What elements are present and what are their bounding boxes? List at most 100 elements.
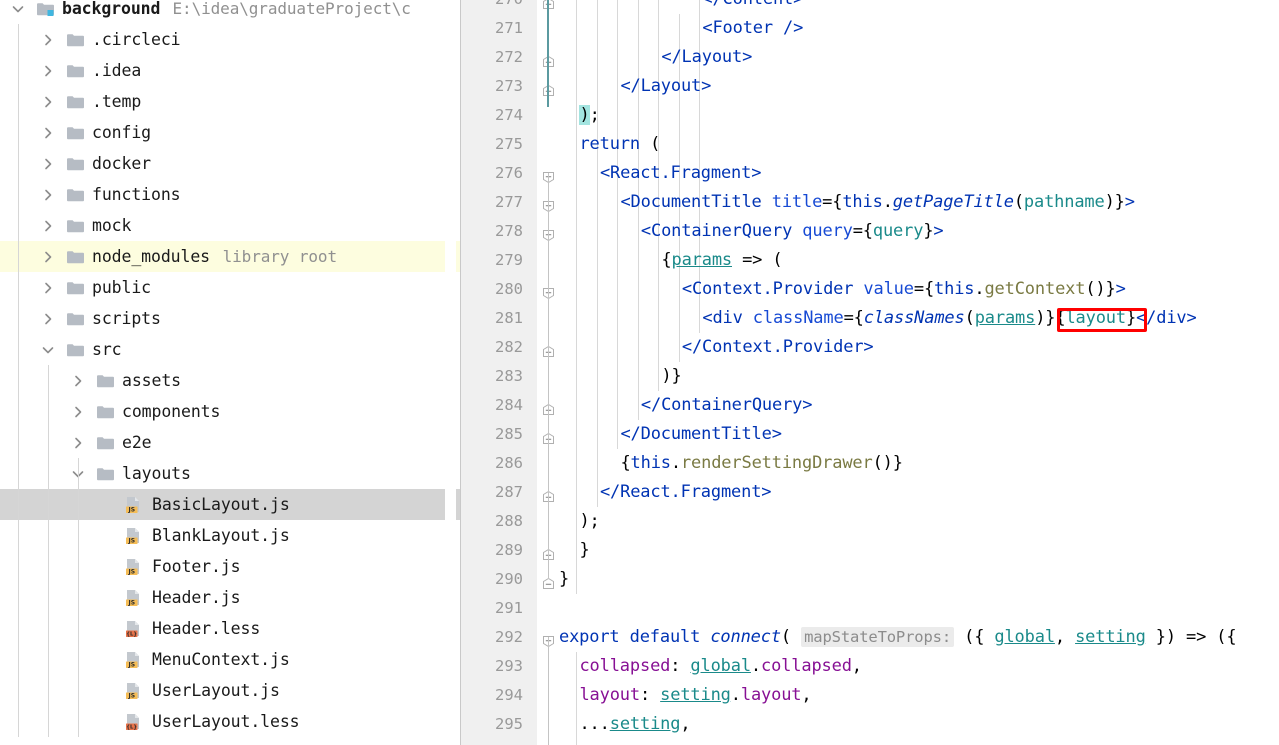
line-number: 287	[495, 483, 523, 501]
tree-item-userlayout-less[interactable]: {L} UserLayout.less	[0, 706, 461, 737]
svg-text:JS: JS	[127, 506, 135, 513]
tree-item-node-modules[interactable]: node_modules library root	[0, 241, 461, 272]
tree-root-label: background	[62, 0, 161, 18]
code-line[interactable]: <DocumentTitle title={this.getPageTitle(…	[620, 188, 1135, 217]
tree-scrollbar-track[interactable]	[445, 0, 456, 745]
chevron-right-icon[interactable]	[40, 218, 56, 234]
code-line[interactable]: );	[579, 101, 600, 130]
folder-icon	[66, 342, 85, 358]
tree-indent-guide	[48, 365, 49, 737]
code-line[interactable]: )}	[661, 362, 681, 391]
code-line[interactable]: </Layout>	[661, 43, 752, 72]
code-line[interactable]: collapsed: global.collapsed,	[579, 652, 862, 681]
tree-item-docker[interactable]: docker	[0, 148, 461, 179]
tree-item-scripts[interactable]: scripts	[0, 303, 461, 334]
tree-item-mock[interactable]: mock	[0, 210, 461, 241]
tree-item-label: .temp	[92, 92, 142, 111]
line-number: 283	[495, 367, 523, 385]
svg-text:JS: JS	[127, 692, 135, 699]
js-file-icon: JS	[124, 496, 142, 514]
chevron-right-icon[interactable]	[40, 125, 56, 141]
svg-text:{L}: {L}	[126, 724, 137, 730]
chevron-right-icon[interactable]	[70, 435, 86, 451]
folder-icon	[66, 156, 85, 172]
code-line[interactable]: }	[579, 536, 589, 565]
tree-item-header-less[interactable]: {L} Header.less	[0, 613, 461, 644]
chevron-right-icon[interactable]	[40, 187, 56, 203]
tree-item-blanklayout-js[interactable]: JS BlankLayout.js	[0, 520, 461, 551]
code-line[interactable]: <ContainerQuery query={query}>	[641, 217, 944, 246]
chevron-right-icon[interactable]	[40, 249, 56, 265]
tree-item-functions[interactable]: functions	[0, 179, 461, 210]
chevron-right-icon[interactable]	[40, 94, 56, 110]
tree-item-e2e[interactable]: e2e	[0, 427, 461, 458]
tree-item-label: Header.js	[152, 588, 241, 607]
line-number: 273	[495, 77, 523, 95]
tree-item-userlayout-js[interactable]: JS UserLayout.js	[0, 675, 461, 706]
chevron-right-icon[interactable]	[40, 311, 56, 327]
chevron-right-icon[interactable]	[70, 373, 86, 389]
code-line[interactable]: </Context.Provider>	[682, 333, 874, 362]
tree-item-label: MenuContext.js	[152, 650, 290, 669]
tree-item-label: assets	[122, 371, 182, 390]
line-number: 271	[495, 19, 523, 37]
folder-icon	[66, 63, 85, 79]
tree-item-header-js[interactable]: JS Header.js	[0, 582, 461, 613]
line-number: 279	[495, 251, 523, 269]
js-file-icon: JS	[124, 651, 142, 669]
chevron-right-icon[interactable]	[40, 32, 56, 48]
tree-item-basiclayout-js[interactable]: JS BasicLayout.js	[0, 489, 461, 520]
code-line[interactable]: <Footer />	[702, 14, 803, 43]
code-line[interactable]: {params => (	[661, 246, 782, 275]
tree-item-footer-js[interactable]: JS Footer.js	[0, 551, 461, 582]
tree-item-src[interactable]: src	[0, 334, 461, 365]
folder-icon	[96, 404, 115, 420]
code-line[interactable]: <React.Fragment>	[600, 159, 762, 188]
tree-item--circleci[interactable]: .circleci	[0, 24, 461, 55]
tree-item-assets[interactable]: assets	[0, 365, 461, 396]
code-line[interactable]: </React.Fragment>	[600, 478, 772, 507]
code-line[interactable]: ...setting,	[579, 710, 690, 739]
code-line[interactable]: <div className={classNames(params)}{layo…	[702, 304, 1196, 333]
tree-root-background[interactable]: background E:\idea\graduateProject\c	[0, 0, 461, 24]
chevron-right-icon[interactable]	[70, 404, 86, 420]
tree-item-menucontext-js[interactable]: JS MenuContext.js	[0, 644, 461, 675]
js-file-icon: JS	[124, 682, 142, 700]
folder-icon	[66, 311, 85, 327]
code-line[interactable]: );	[579, 507, 599, 536]
code-line[interactable]: }	[559, 565, 569, 594]
code-editor[interactable]: 270 271 272 273 274 275 276 277 278 279 280 281 282 2…	[461, 0, 1279, 745]
svg-text:JS: JS	[127, 537, 135, 544]
tree-item-components[interactable]: components	[0, 396, 461, 427]
code-line[interactable]: {this.renderSettingDrawer()}	[620, 449, 903, 478]
tree-item--temp[interactable]: .temp	[0, 86, 461, 117]
code-line[interactable]: layout: setting.layout,	[579, 681, 811, 710]
line-number: 292	[495, 628, 523, 646]
code-line[interactable]: </Layout>	[620, 72, 711, 101]
chevron-right-icon[interactable]	[40, 280, 56, 296]
line-number: 291	[495, 599, 523, 617]
code-line[interactable]: export default connect( mapStateToProps:…	[559, 623, 1237, 652]
code-line[interactable]: </ContainerQuery>	[641, 391, 813, 420]
tree-item-layouts[interactable]: layouts	[0, 458, 461, 489]
line-number: 280	[495, 280, 523, 298]
chevron-down-icon[interactable]	[40, 342, 56, 358]
code-line[interactable]: </DocumentTitle>	[620, 420, 782, 449]
code-line[interactable]: return (	[579, 130, 660, 159]
tree-item-public[interactable]: public	[0, 272, 461, 303]
line-number: 274	[495, 106, 523, 124]
code-line[interactable]: }))(BasicLayout)	[559, 739, 721, 745]
chevron-right-icon[interactable]	[40, 156, 56, 172]
chevron-down-icon[interactable]	[10, 1, 26, 17]
ide-window: background E:\idea\graduateProject\c .circ…	[0, 0, 1279, 745]
code-line[interactable]: <Context.Provider value={this.getContext…	[682, 275, 1126, 304]
tree-item-label: BlankLayout.js	[152, 526, 290, 545]
project-tree-panel[interactable]: background E:\idea\graduateProject\c .circ…	[0, 0, 461, 745]
tree-item--idea[interactable]: .idea	[0, 55, 461, 86]
tree-item-config[interactable]: config	[0, 117, 461, 148]
less-file-icon: {L}	[124, 713, 142, 731]
line-number: 294	[495, 686, 523, 704]
code-line[interactable]: </Content>	[702, 0, 803, 14]
line-number: 296	[461, 739, 523, 745]
chevron-right-icon[interactable]	[40, 63, 56, 79]
